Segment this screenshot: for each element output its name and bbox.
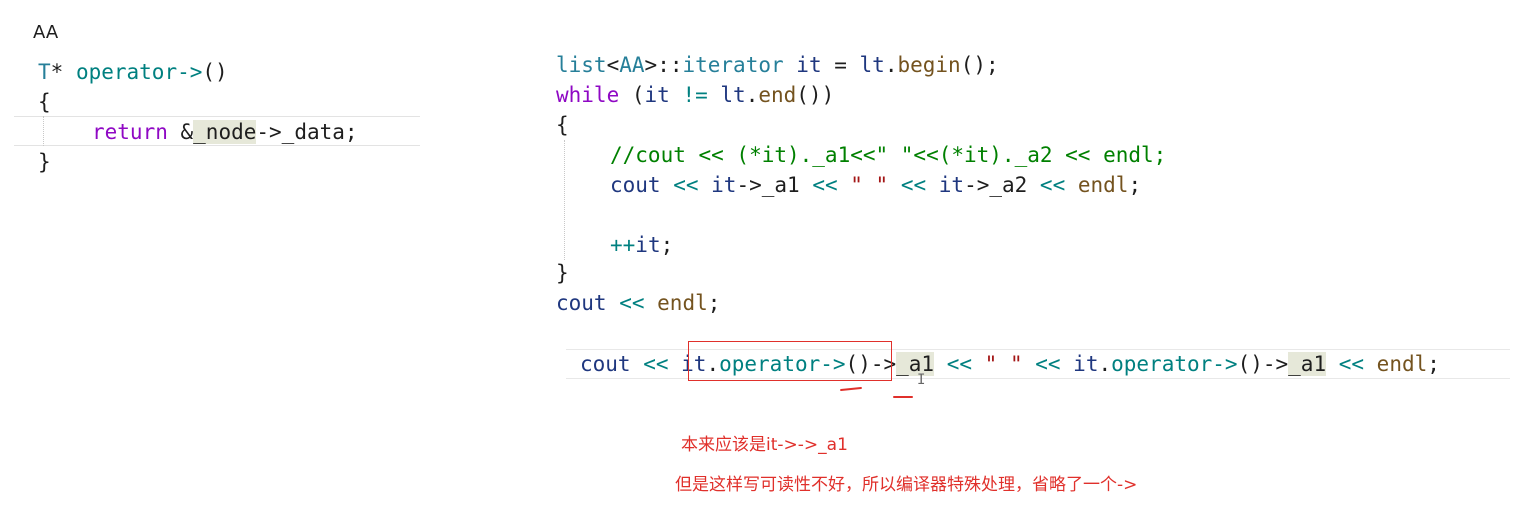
while-keyword: while: [556, 83, 620, 107]
parens-token: (): [1237, 352, 1263, 376]
increment-op-token: ++: [610, 233, 636, 257]
operator-name-token: operator->: [75, 60, 203, 84]
angle-open-token: <: [606, 53, 620, 77]
return-statement[interactable]: return &_node->_data;: [92, 117, 358, 147]
operator-arrow-signature: T* operator->(): [38, 57, 228, 87]
call-tail-token: ()): [796, 83, 835, 107]
parens-token: (): [202, 60, 228, 84]
template-type-token: T: [38, 60, 51, 84]
cout-token: cout: [580, 352, 631, 376]
it-var-token: it: [711, 173, 737, 197]
cout-token: cout: [610, 173, 661, 197]
shift-token: <<: [1022, 352, 1074, 376]
iterator-type-token: iterator: [682, 53, 784, 77]
it-var-token: it: [644, 83, 670, 107]
indent-guide: [564, 140, 565, 260]
shift-token: <<: [630, 352, 682, 376]
end-fn-token: end: [758, 83, 797, 107]
semicolon-token: ;: [1128, 173, 1142, 197]
loop-close-brace: }: [556, 261, 569, 285]
a1-member-token: _a1: [896, 352, 935, 376]
annotation-underline-mark: [893, 396, 913, 398]
begin-fn-token: begin: [897, 53, 961, 77]
node-member-token: _node: [193, 120, 257, 144]
open-brace: {: [38, 90, 51, 114]
data-member-token: _data: [281, 120, 345, 144]
cout-token: cout: [556, 291, 607, 315]
dot-token: .: [745, 83, 759, 107]
paren-open-token: (: [619, 83, 645, 107]
arrow-token: ->: [256, 120, 282, 144]
operator-call-token: operator->: [1111, 352, 1238, 376]
aa-type-token: AA: [619, 53, 645, 77]
shift-token: <<: [1326, 352, 1377, 376]
shift-token: <<: [1027, 173, 1078, 197]
space-string-token: " ": [984, 352, 1023, 376]
increment-line: ++it;: [610, 233, 674, 257]
annotation-highlight-box: [688, 341, 892, 381]
return-keyword: return: [92, 120, 168, 144]
endl-token: endl: [657, 291, 708, 315]
a1-member-token: ->_a1: [736, 173, 800, 197]
shift-token: <<: [660, 173, 712, 197]
shift-token: <<: [606, 291, 658, 315]
it-var-token: it: [938, 173, 965, 197]
class-label: AA: [33, 22, 59, 43]
loop-open-brace: {: [556, 113, 569, 137]
a1-member-token: _a1: [1288, 352, 1327, 376]
it-var-token: it: [635, 233, 661, 257]
arrow-token: ->: [1262, 352, 1289, 376]
shift-token: <<: [888, 173, 939, 197]
address-of-token: &: [167, 120, 194, 144]
shift-token: <<: [799, 173, 851, 197]
semicolon-token: ;: [707, 291, 721, 315]
commented-out-line: //cout << (*it)._a1<<" "<<(*it)._a2 << e…: [610, 143, 1167, 167]
indent-guide: [43, 116, 44, 146]
annotation-note-2: 但是这样写可读性不好，所以编译器特殊处理，省略了一个->: [675, 475, 1138, 495]
endl-token: endl: [1077, 173, 1129, 197]
semicolon-token: ;: [344, 120, 358, 144]
space-string-token: " ": [850, 173, 889, 197]
call-tail-token: ();: [960, 53, 999, 77]
it-var-token: it: [1073, 352, 1099, 376]
endl-token: endl: [1376, 352, 1428, 376]
angle-close-token: >: [644, 53, 658, 77]
text-cursor-icon: I: [917, 372, 926, 388]
dot-token: .: [1098, 352, 1112, 376]
cout-endl-line: cout << endl;: [556, 288, 720, 318]
while-loop-header: while (it != lt.end()): [556, 80, 834, 110]
shift-token: <<: [934, 352, 985, 376]
dot-token: .: [884, 53, 898, 77]
semicolon-token: ;: [1427, 352, 1440, 376]
cout-arrow-line: cout << it->_a1 << " " << it->_a2 << end…: [610, 170, 1141, 200]
lt-var-token: lt: [859, 53, 885, 77]
iterator-declaration: list<AA>::iterator it = lt.begin();: [556, 50, 999, 80]
lt-var-token: lt: [720, 83, 746, 107]
scope-token: ::: [657, 53, 683, 77]
it-var-token: it: [796, 53, 822, 77]
pointer-token: *: [50, 60, 76, 84]
close-brace: }: [38, 150, 51, 174]
a2-member-token: ->_a2: [964, 173, 1028, 197]
assign-token: =: [821, 53, 860, 77]
annotation-note-1: 本来应该是it->->_a1: [681, 435, 848, 455]
not-equal-token: !=: [669, 83, 721, 107]
list-type-token: list: [556, 53, 607, 77]
annotation-underline-mark: [839, 386, 863, 392]
